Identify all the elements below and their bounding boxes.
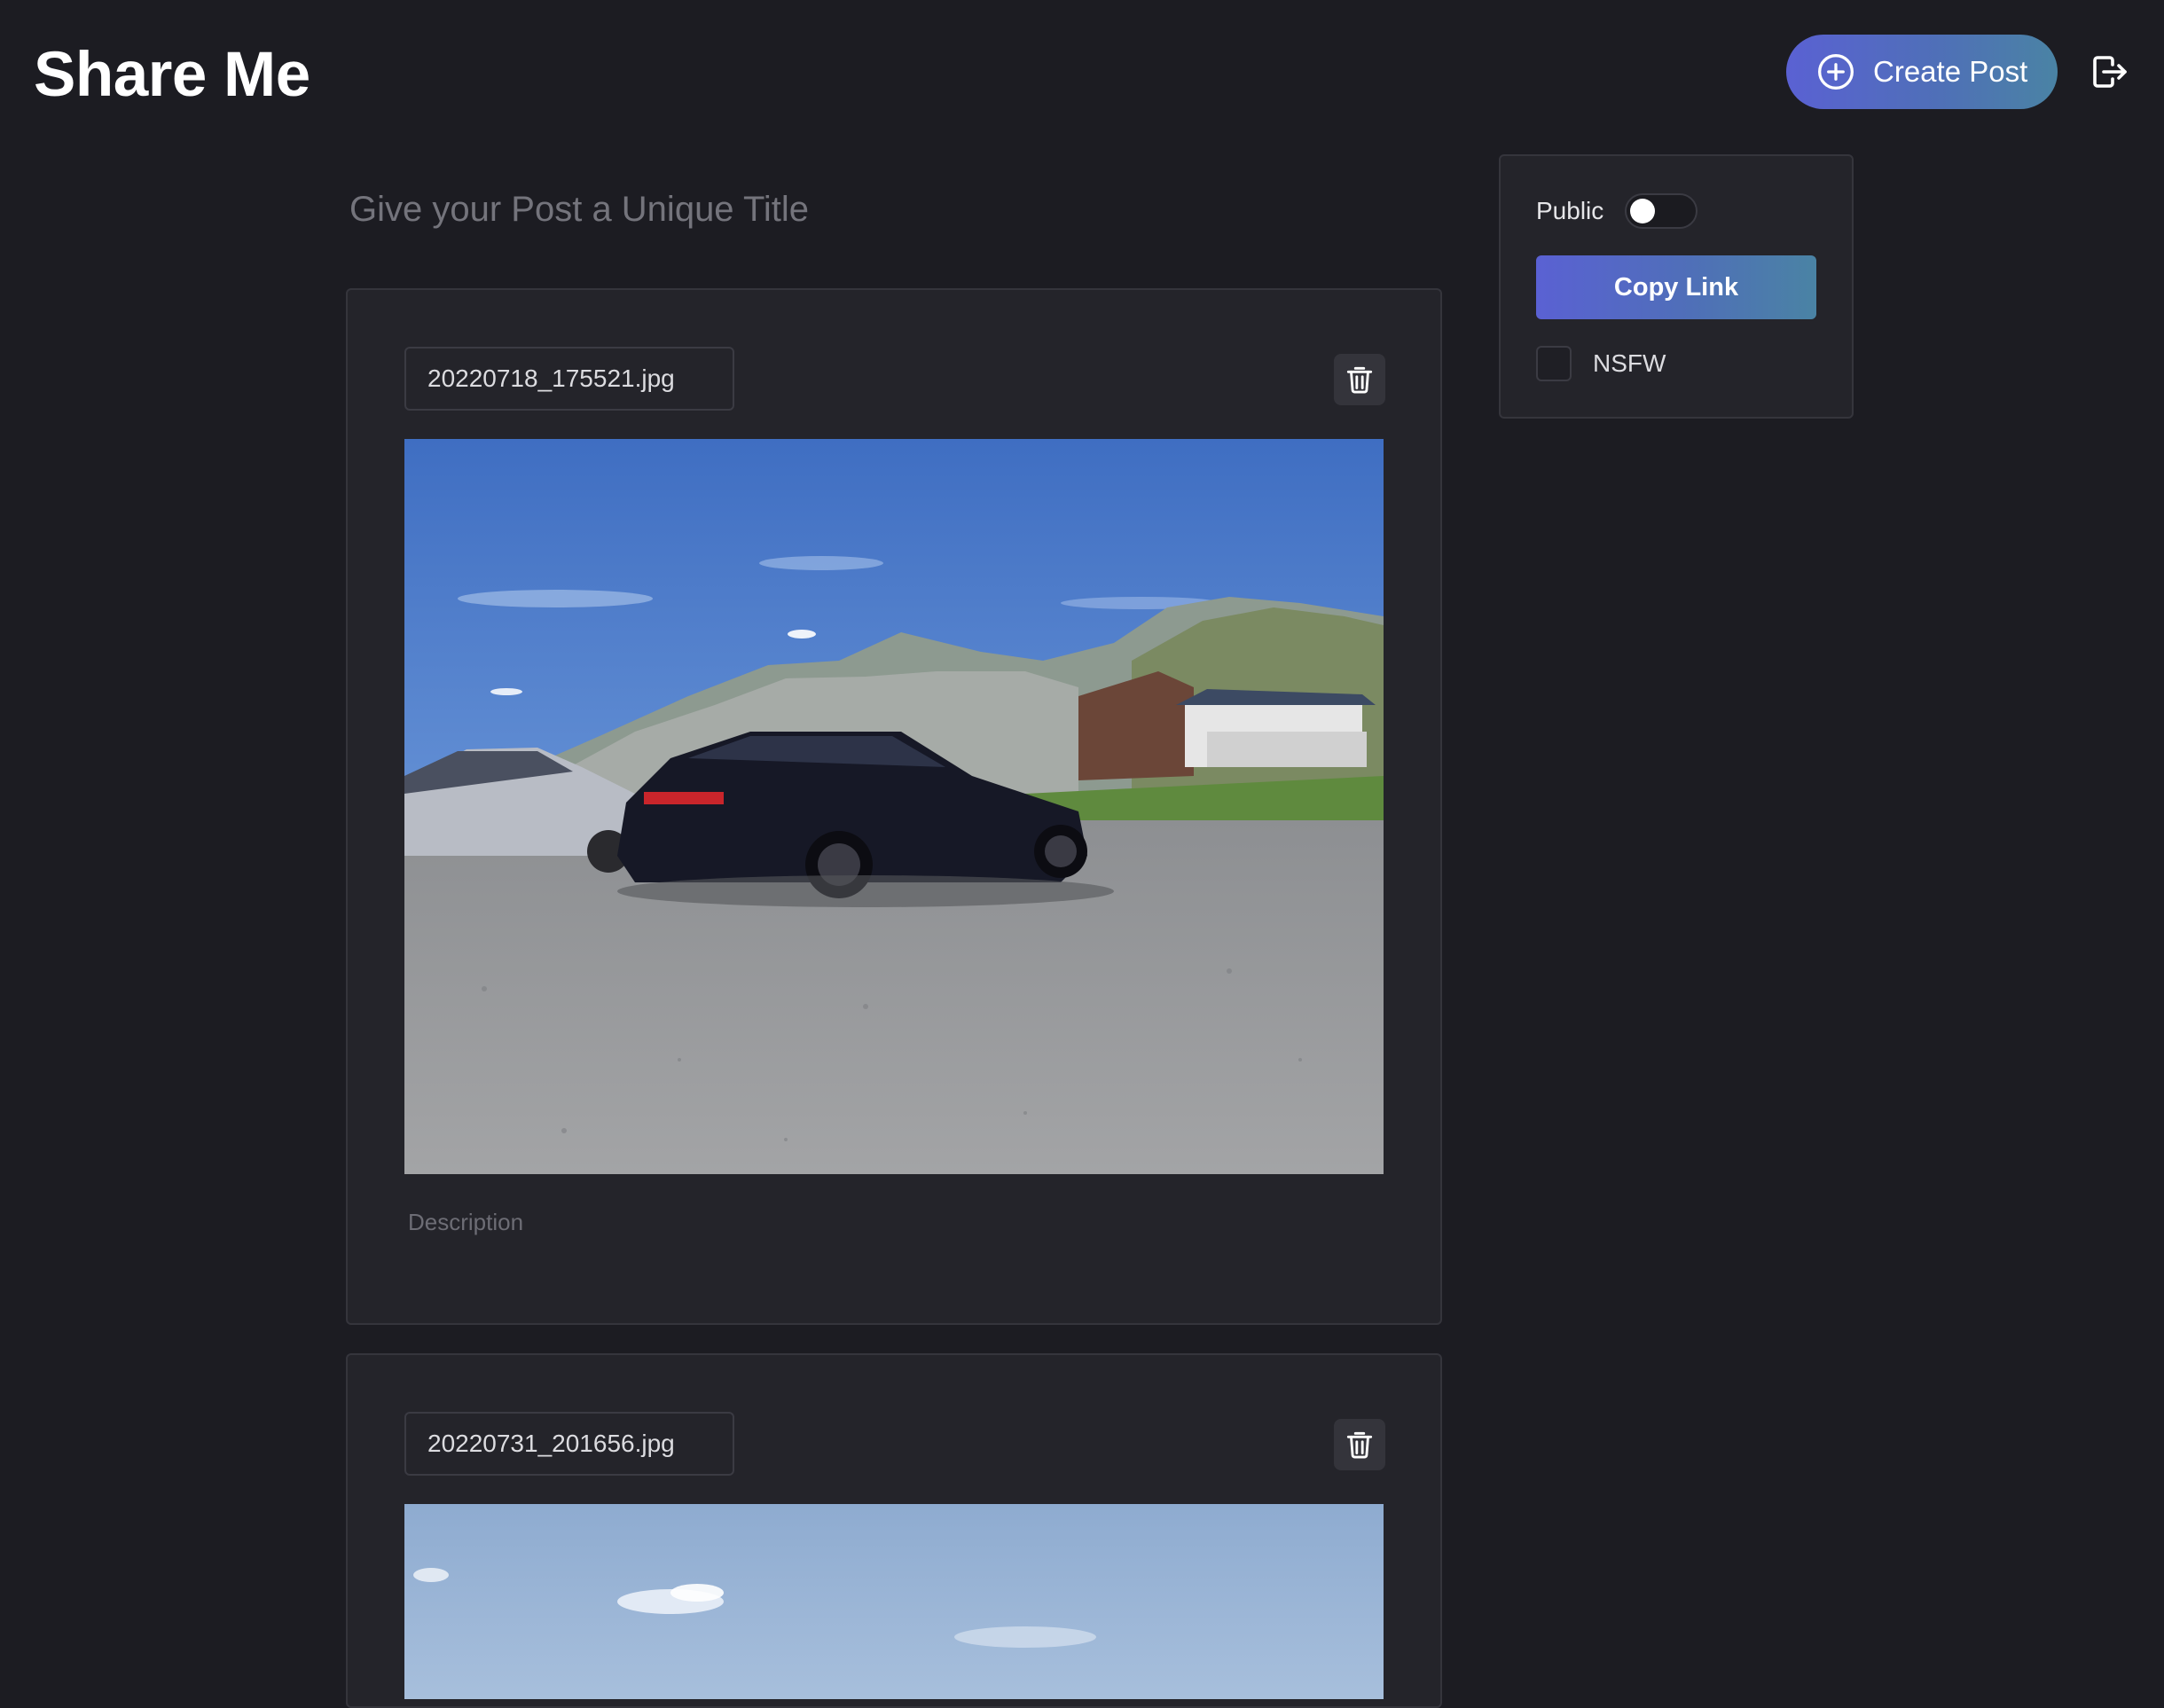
trash-icon <box>1346 1431 1373 1459</box>
uploaded-photo <box>404 439 1384 1174</box>
image-card: 20220731_201656.jpg <box>346 1353 1442 1708</box>
copy-link-button[interactable]: Copy Link <box>1536 255 1816 319</box>
create-post-button[interactable]: Create Post <box>1786 35 2058 109</box>
public-row: Public <box>1536 192 1698 231</box>
public-toggle[interactable] <box>1625 193 1698 229</box>
uploaded-photo <box>404 1504 1384 1699</box>
toggle-knob <box>1630 199 1656 223</box>
nsfw-checkbox[interactable] <box>1536 346 1572 381</box>
nsfw-row: NSFW <box>1536 346 1666 381</box>
post-title-input[interactable] <box>348 177 1447 241</box>
trash-icon <box>1346 366 1373 394</box>
filename-field[interactable]: 20220731_201656.jpg <box>404 1412 734 1476</box>
delete-image-button[interactable] <box>1334 1419 1385 1470</box>
post-settings-panel: Public Copy Link NSFW <box>1499 154 1854 419</box>
filename-field[interactable]: 20220718_175521.jpg <box>404 347 734 411</box>
public-label: Public <box>1536 197 1604 224</box>
image-card: 20220718_175521.jpg <box>346 288 1442 1325</box>
delete-image-button[interactable] <box>1334 354 1385 405</box>
nsfw-label: NSFW <box>1593 349 1666 377</box>
create-post-label: Create Post <box>1873 55 2028 88</box>
plus-circle-icon <box>1818 54 1854 90</box>
description-input[interactable] <box>404 1202 1384 1273</box>
app-logo: Share Me <box>34 40 310 110</box>
logout-icon[interactable] <box>2088 51 2130 93</box>
